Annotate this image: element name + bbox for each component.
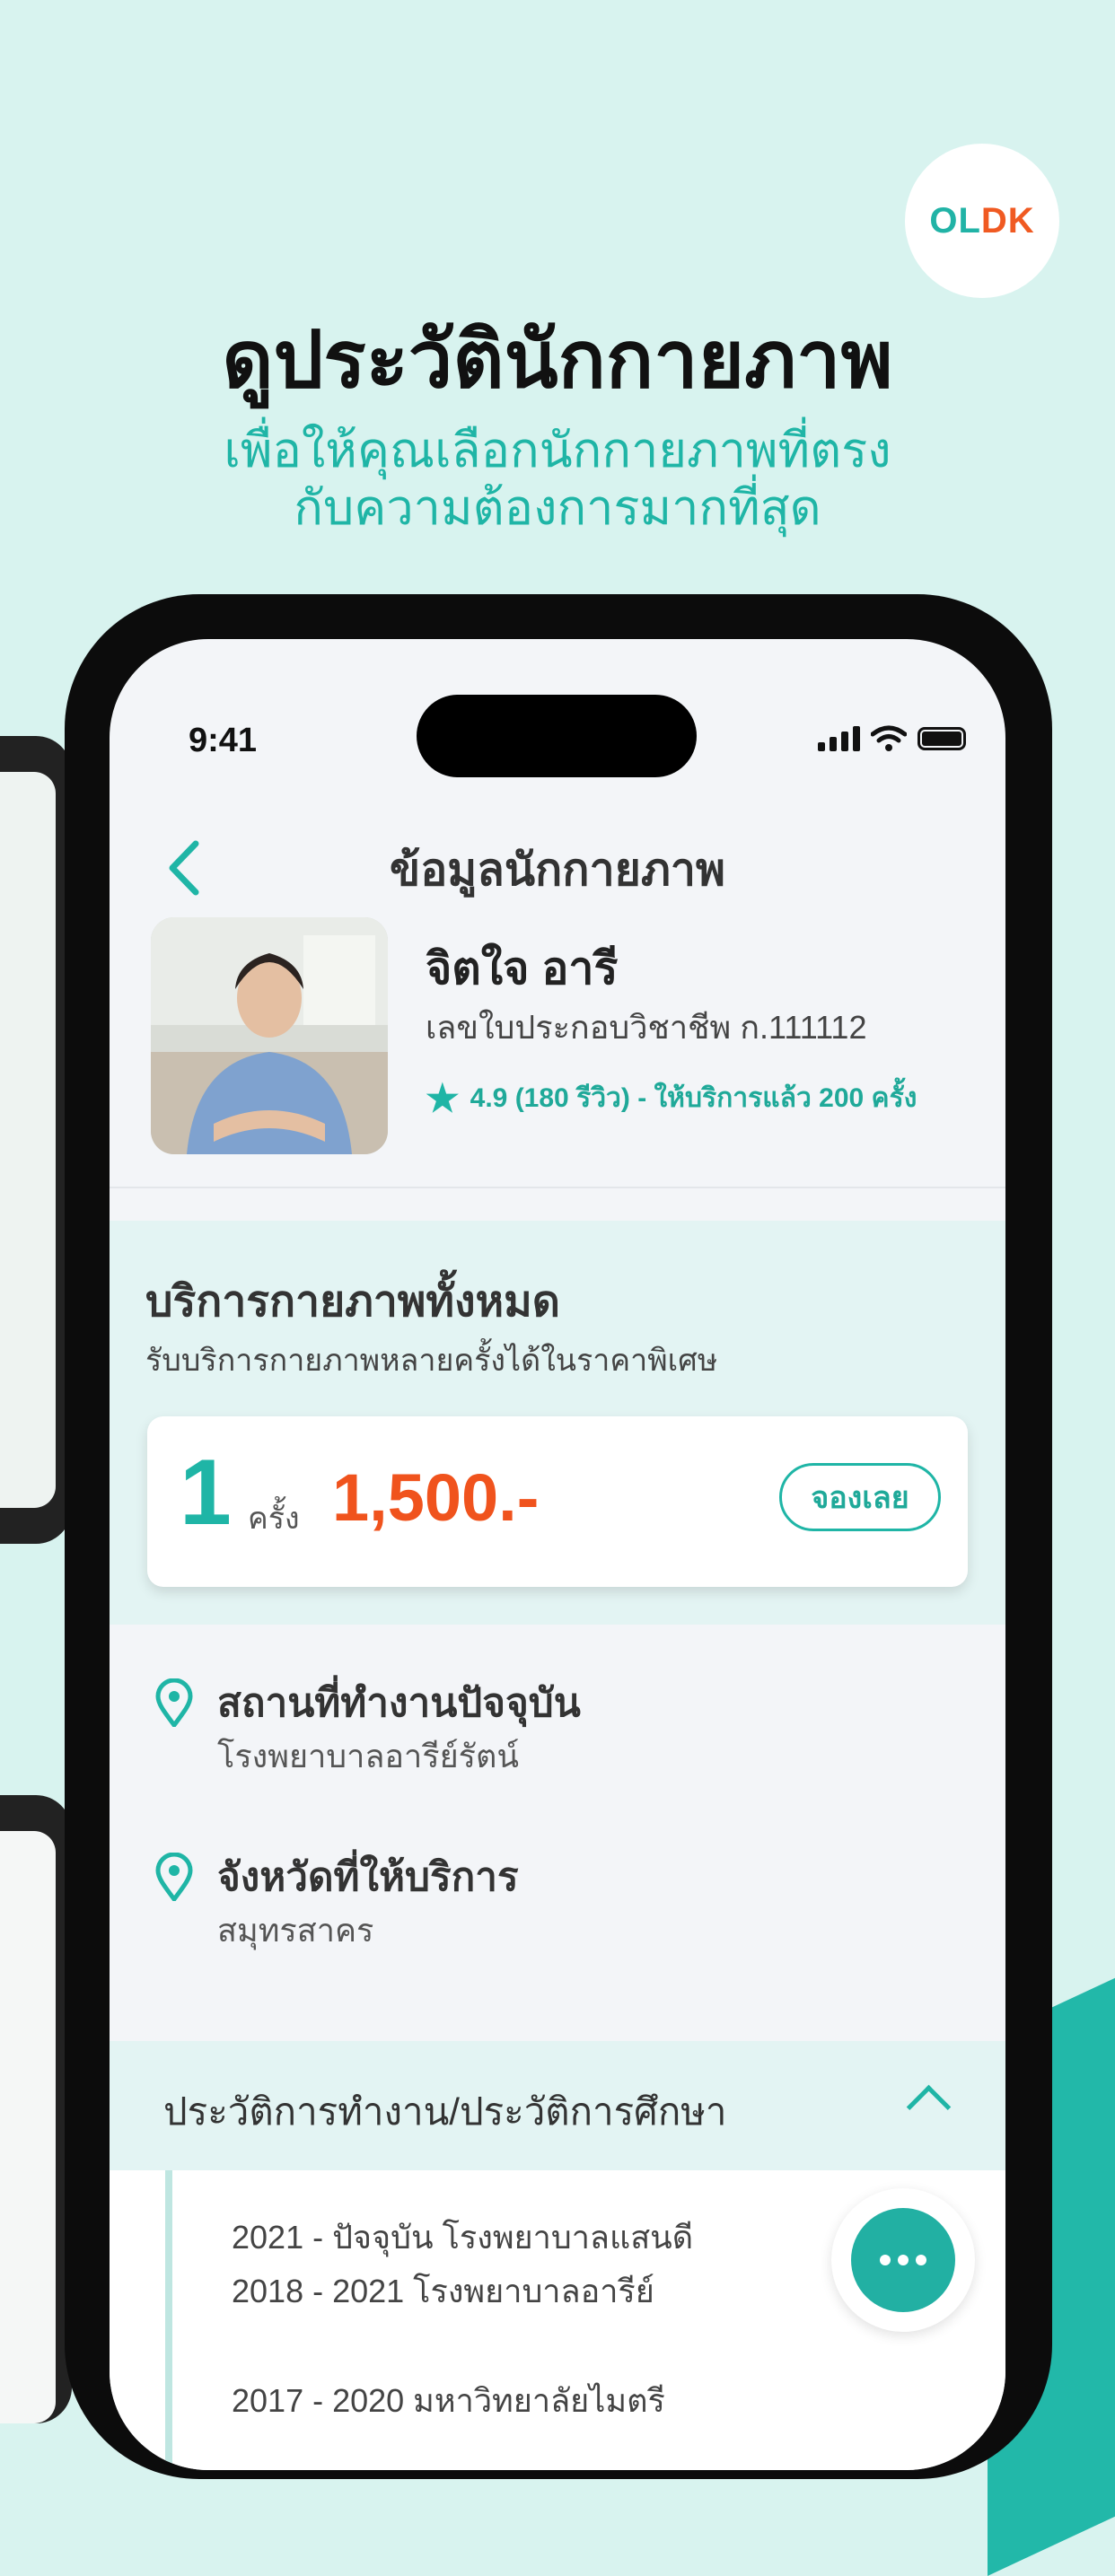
background-phone-left-top xyxy=(0,736,72,1544)
chat-button[interactable] xyxy=(831,2188,975,2332)
phone-frame: 9:41 ข้อมูลนักกายภาพ จิตใจ อารี เลขใบประ… xyxy=(65,594,1052,2479)
chat-bubble-icon xyxy=(851,2208,955,2312)
hero-subtitle-line1: เพื่อให้คุณเลือกนักกายภาพที่ตรง xyxy=(224,424,891,478)
history-line: 2017 - 2020 มหาวิทยาลัยไมตรี xyxy=(232,2382,665,2419)
star-icon: ★ xyxy=(426,1076,460,1119)
package-price: 1,500.- xyxy=(332,1460,540,1535)
rating-summary: ★ 4.9 (180 รีวิว) - ให้บริการแล้ว 200 คร… xyxy=(426,1077,917,1119)
page-title: ข้อมูลนักกายภาพ xyxy=(390,845,725,895)
services-subtitle: รับบริการกายภาพหลายครั้งได้ในราคาพิเศษ xyxy=(145,1344,718,1378)
phone-screen: 9:41 ข้อมูลนักกายภาพ จิตใจ อารี เลขใบประ… xyxy=(110,639,1005,2470)
hero-subtitle-line2: กับความต้องการมากที่สุด xyxy=(294,481,821,535)
logo-letter-o: O xyxy=(929,200,959,241)
therapist-photo xyxy=(151,917,388,1154)
history-accordion-header[interactable]: ประวัติการทำงาน/ประวัติการศึกษา xyxy=(110,2041,1005,2170)
therapist-profile: จิตใจ อารี เลขใบประกอบวิชาชีพ ก.111112 ★… xyxy=(110,917,1005,1188)
background-phone-screen xyxy=(0,1831,56,2423)
dynamic-island xyxy=(417,695,697,777)
workplace-title: สถานที่ทำงานปัจจุบัน xyxy=(217,1681,581,1725)
history-line: 2018 - 2021 โรงพยาบาลอารีย์ xyxy=(232,2273,654,2309)
hero-title: ดูประวัตินักกายภาพ xyxy=(222,315,893,404)
chevron-up-icon[interactable] xyxy=(906,2084,952,2130)
status-time: 9:41 xyxy=(189,722,258,759)
battery-icon xyxy=(917,727,966,750)
logo-letters-dk: DK xyxy=(980,200,1035,241)
workplace-value: โรงพยาบาลอารีย์รัตน์ xyxy=(217,1738,520,1774)
oldk-logo: O L DK xyxy=(905,144,1059,298)
services-title: บริการกายภาพทั้งหมด xyxy=(145,1278,560,1326)
history-title: ประวัติการทำงาน/ประวัติการศึกษา xyxy=(163,2090,727,2133)
book-now-button[interactable]: จองเลย xyxy=(779,1463,941,1531)
signal-icon xyxy=(818,726,860,751)
license-number: เลขใบประกอบวิชาชีพ ก.111112 xyxy=(426,1009,867,1046)
timeline-bar xyxy=(165,2170,172,2470)
hero-subtitle: เพื่อให้คุณเลือกนักกายภาพที่ตรง กับความต… xyxy=(0,422,1115,537)
services-section: บริการกายภาพทั้งหมด รับบริการกายภาพหลายค… xyxy=(110,1221,1005,1625)
rating-text: 4.9 (180 รีวิว) - ให้บริการแล้ว 200 ครั้… xyxy=(470,1083,917,1113)
background-phone-left-bottom xyxy=(0,1795,72,2423)
package-unit: ครั้ง xyxy=(248,1502,300,1536)
province-title: จังหวัดที่ให้บริการ xyxy=(217,1855,519,1899)
package-card: 1 ครั้ง 1,500.- จองเลย xyxy=(147,1416,968,1587)
package-count: 1 xyxy=(180,1441,232,1545)
wifi-icon xyxy=(871,725,907,751)
location-pin-icon xyxy=(155,1678,193,1727)
history-line: 2021 - ปัจจุบัน โรงพยาบาลแสนดี xyxy=(232,2219,694,2256)
info-section: สถานที่ทำงานปัจจุบัน โรงพยาบาลอารีย์รัตน… xyxy=(110,1625,1005,2037)
therapist-name: จิตใจ อารี xyxy=(426,943,619,994)
province-value: สมุทรสาคร xyxy=(217,1912,374,1949)
status-icons xyxy=(818,725,966,752)
background-phone-screen xyxy=(0,772,56,1508)
location-pin-icon xyxy=(155,1853,193,1901)
logo-letter-l: L xyxy=(958,200,981,241)
